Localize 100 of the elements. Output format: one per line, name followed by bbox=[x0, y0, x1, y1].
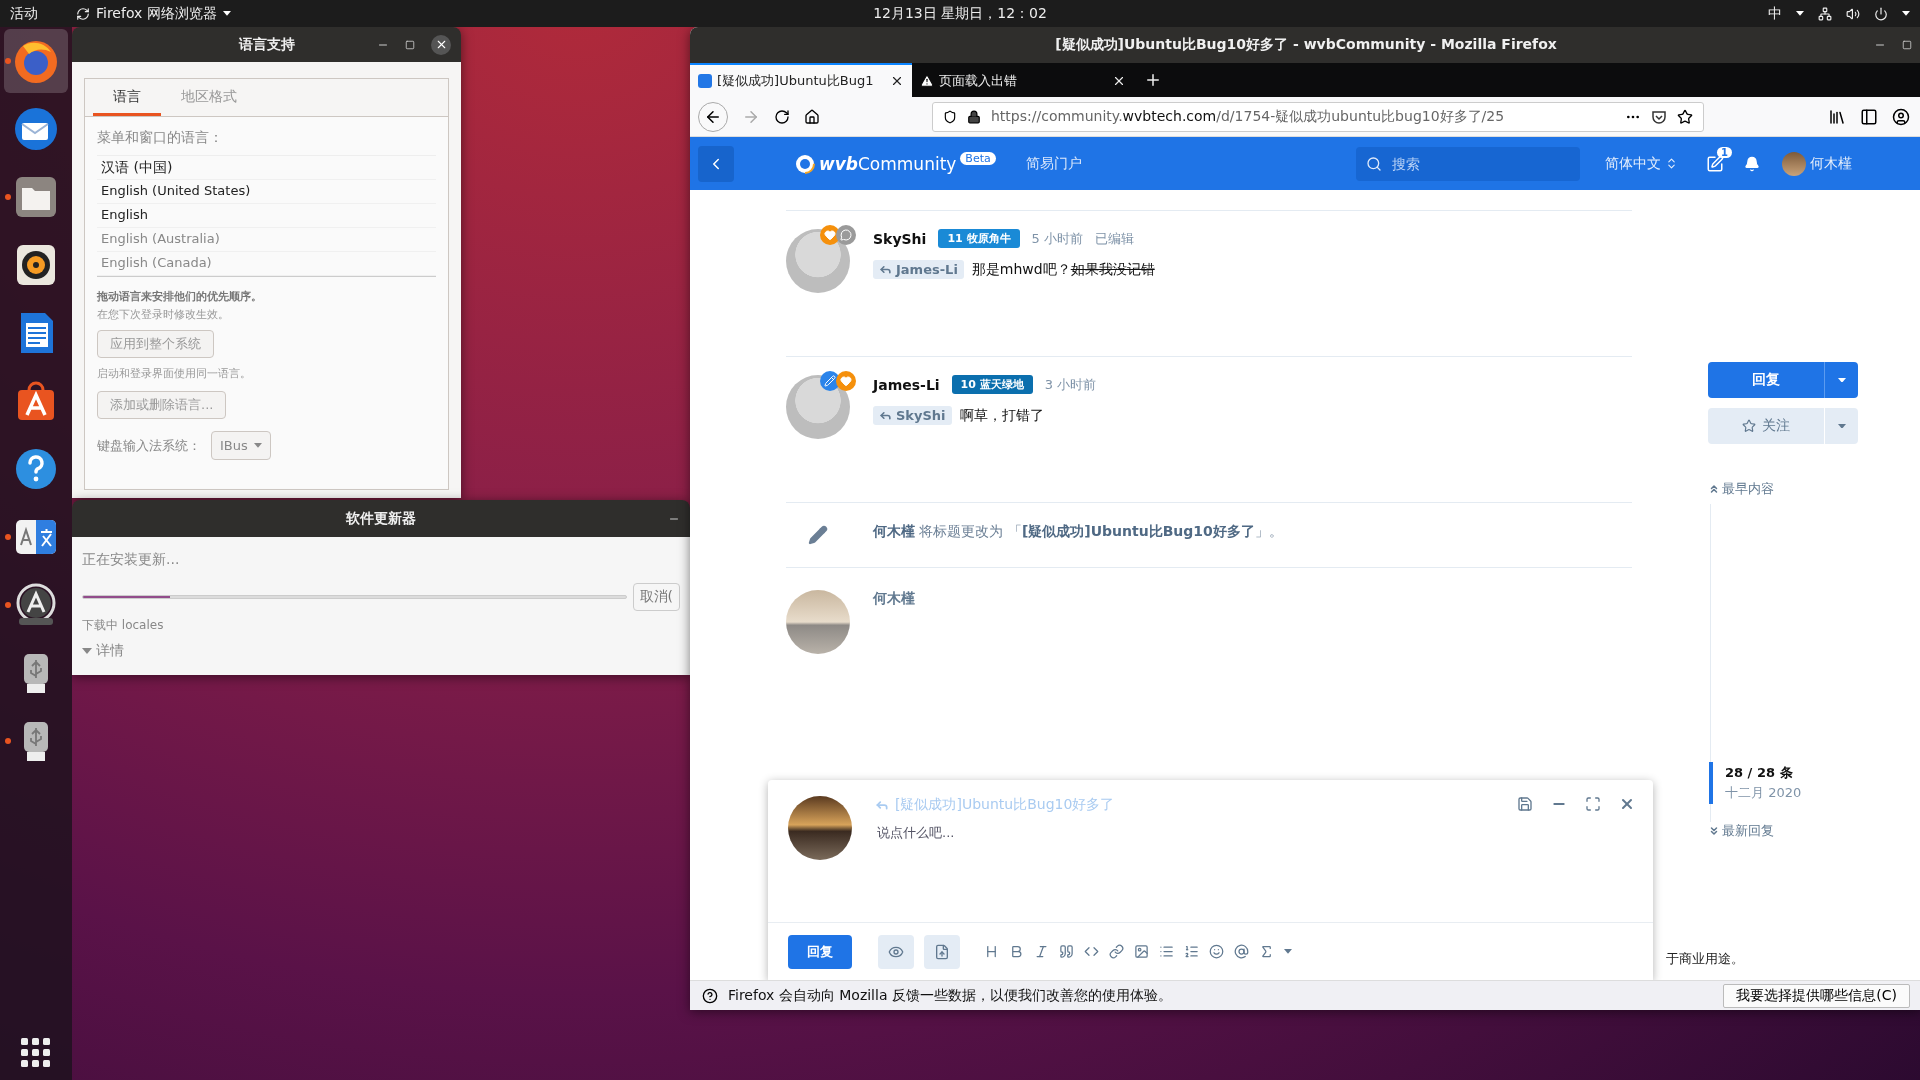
site-logo[interactable]: wvbCommunity bbox=[819, 153, 957, 174]
reply-mention-link[interactable]: James-Li bbox=[873, 260, 964, 279]
save-to-pocket-icon[interactable] bbox=[1651, 108, 1667, 125]
link-icon[interactable] bbox=[1109, 944, 1124, 959]
reply-mention-link[interactable]: SkyShi bbox=[873, 406, 952, 425]
pencil-badge-icon bbox=[820, 371, 840, 391]
upload-button[interactable] bbox=[924, 934, 960, 969]
lock-icon[interactable] bbox=[967, 109, 981, 124]
clock[interactable]: 12月13日 星期日，12：02 bbox=[873, 4, 1047, 23]
shield-icon[interactable] bbox=[943, 109, 957, 124]
tab[interactable]: 语言 bbox=[93, 79, 161, 116]
author-name[interactable]: James-Li bbox=[873, 376, 940, 393]
circular-arrow-icon bbox=[76, 6, 90, 21]
drag-hint: 拖动语言来安排他们的优先顺序。 bbox=[97, 289, 263, 304]
close-icon[interactable] bbox=[890, 74, 904, 88]
new-tab-icon[interactable] bbox=[1144, 71, 1162, 89]
post-time[interactable]: 3 小时前 bbox=[1044, 375, 1097, 394]
language-item[interactable]: English (Australia) bbox=[97, 228, 436, 252]
image-icon[interactable] bbox=[1134, 944, 1149, 959]
caret-icon bbox=[1902, 11, 1910, 16]
choose-data-button[interactable]: 我要选择提供哪些信息(C) bbox=[1723, 983, 1910, 1008]
maximize-icon[interactable] bbox=[1902, 40, 1912, 50]
compose-icon[interactable] bbox=[1706, 154, 1724, 173]
input-method-dropdown[interactable]: IBus bbox=[211, 431, 271, 460]
nav-link[interactable]: 简易门户 bbox=[1025, 154, 1082, 173]
emoji-icon[interactable] bbox=[1209, 944, 1224, 959]
submit-reply-button[interactable]: 回复 bbox=[788, 934, 852, 969]
bold-icon[interactable] bbox=[1009, 944, 1024, 959]
mention-icon[interactable] bbox=[1234, 944, 1249, 959]
strikethrough-text: 如果我没记错 bbox=[1070, 260, 1155, 279]
apply-system-wide-button[interactable]: 应用到整个系统 bbox=[97, 330, 214, 358]
quote-icon[interactable] bbox=[1059, 944, 1074, 959]
title-change-text: 何木槿 将标题更改为 「[疑似成功]Ubuntu比Bug10好多了」。 bbox=[873, 523, 1283, 541]
activities-button[interactable]: 活动 bbox=[10, 4, 38, 23]
help-icon bbox=[702, 987, 718, 1004]
app-menu[interactable]: Firefox 网络浏览器 bbox=[76, 4, 231, 23]
reply-icon bbox=[875, 798, 889, 812]
close-icon[interactable] bbox=[1112, 74, 1126, 88]
search-field[interactable]: 搜索 bbox=[1390, 154, 1560, 173]
reply-dropdown-button[interactable] bbox=[1824, 362, 1858, 398]
user-menu[interactable]: 何木槿 bbox=[1782, 151, 1852, 176]
sidebar-icon[interactable] bbox=[1860, 107, 1878, 126]
language-item[interactable]: 汉语 (中国) bbox=[97, 156, 436, 180]
fullscreen-icon[interactable] bbox=[1585, 796, 1601, 812]
save-icon[interactable] bbox=[1517, 796, 1533, 812]
update-status: 正在安装更新... bbox=[82, 551, 181, 569]
math-icon[interactable] bbox=[1259, 944, 1274, 959]
app-grid-icon[interactable] bbox=[21, 1038, 51, 1068]
network-icon[interactable] bbox=[1818, 6, 1832, 21]
language-selector[interactable]: 简体中文 bbox=[1605, 154, 1678, 173]
earliest-link[interactable]: 最早内容 bbox=[1708, 480, 1858, 498]
bullet-list-icon[interactable] bbox=[1159, 944, 1174, 959]
search-icon bbox=[1366, 155, 1382, 172]
add-remove-languages-button[interactable]: 添加或删除语言... bbox=[97, 391, 227, 419]
latest-link[interactable]: 最新回复 bbox=[1708, 822, 1858, 840]
reply-button[interactable]: 回复 bbox=[1708, 362, 1824, 398]
language-item[interactable]: English (Canada) bbox=[97, 252, 436, 276]
reload-icon[interactable] bbox=[774, 108, 790, 125]
maximize-icon[interactable] bbox=[405, 39, 415, 50]
preview-button[interactable] bbox=[878, 934, 914, 969]
search-bar[interactable]: 搜索 bbox=[1356, 146, 1580, 181]
address-bar[interactable]: https://community.wvbtech.com/d/1754-疑似成功ubuntu比bug10好多了/25 bbox=[932, 101, 1704, 132]
details-expander[interactable]: 详情 bbox=[82, 642, 680, 660]
apply-note: 启动和登录界面使用同一语言。 bbox=[97, 366, 252, 381]
library-icon[interactable] bbox=[1828, 107, 1846, 126]
caret-icon bbox=[1796, 11, 1804, 16]
follow-button[interactable]: 关注 bbox=[1708, 408, 1824, 444]
caret-icon bbox=[82, 648, 92, 654]
numbered-list-icon[interactable] bbox=[1184, 944, 1199, 959]
heart-badge-icon bbox=[820, 225, 840, 245]
post-time[interactable]: 5 小时前 bbox=[1031, 229, 1083, 248]
upload-icon bbox=[934, 943, 950, 960]
caret-icon bbox=[253, 443, 262, 448]
user-group-badge: 10 蓝天绿地 bbox=[951, 375, 1033, 394]
notification-message: Firefox 会自动向 Mozilla 反馈一些数据，以便我们改善您的使用体验。 bbox=[728, 986, 1172, 1005]
bookmark-star-icon[interactable] bbox=[1677, 108, 1693, 125]
code-icon[interactable] bbox=[1084, 944, 1099, 959]
language-item[interactable]: English bbox=[97, 204, 436, 228]
reply-icon bbox=[879, 409, 892, 422]
notifications-icon[interactable] bbox=[1744, 155, 1760, 172]
home-icon[interactable] bbox=[804, 108, 820, 125]
scrubber-handle[interactable]: 28 / 28 条 十二月 2020 bbox=[1709, 762, 1858, 804]
account-icon[interactable] bbox=[1892, 107, 1910, 126]
caret-icon bbox=[222, 11, 231, 16]
edited-label: 已编辑 bbox=[1094, 229, 1134, 248]
italic-icon[interactable] bbox=[1034, 944, 1049, 959]
power-icon[interactable] bbox=[1874, 6, 1888, 21]
browser-tab[interactable]: [疑似成功]Ubuntu比Bug1 bbox=[690, 63, 912, 97]
cancel-button[interactable]: 取消( bbox=[632, 583, 680, 611]
input-method-indicator[interactable]: 中 bbox=[1768, 4, 1782, 23]
tab[interactable]: 地区格式 bbox=[161, 79, 257, 116]
author-name[interactable]: SkyShi bbox=[873, 230, 927, 247]
list-heading: 菜单和窗口的语言： bbox=[97, 129, 224, 147]
language-item[interactable]: English (United States) bbox=[97, 180, 436, 204]
heading-icon[interactable] bbox=[984, 944, 999, 959]
caret-icon bbox=[1284, 949, 1292, 954]
close-button[interactable] bbox=[431, 34, 451, 55]
post-text: 那是mhwd吧？ bbox=[971, 260, 1071, 279]
author-name[interactable]: 何木槿 bbox=[873, 590, 915, 608]
volume-icon[interactable] bbox=[1846, 6, 1860, 21]
